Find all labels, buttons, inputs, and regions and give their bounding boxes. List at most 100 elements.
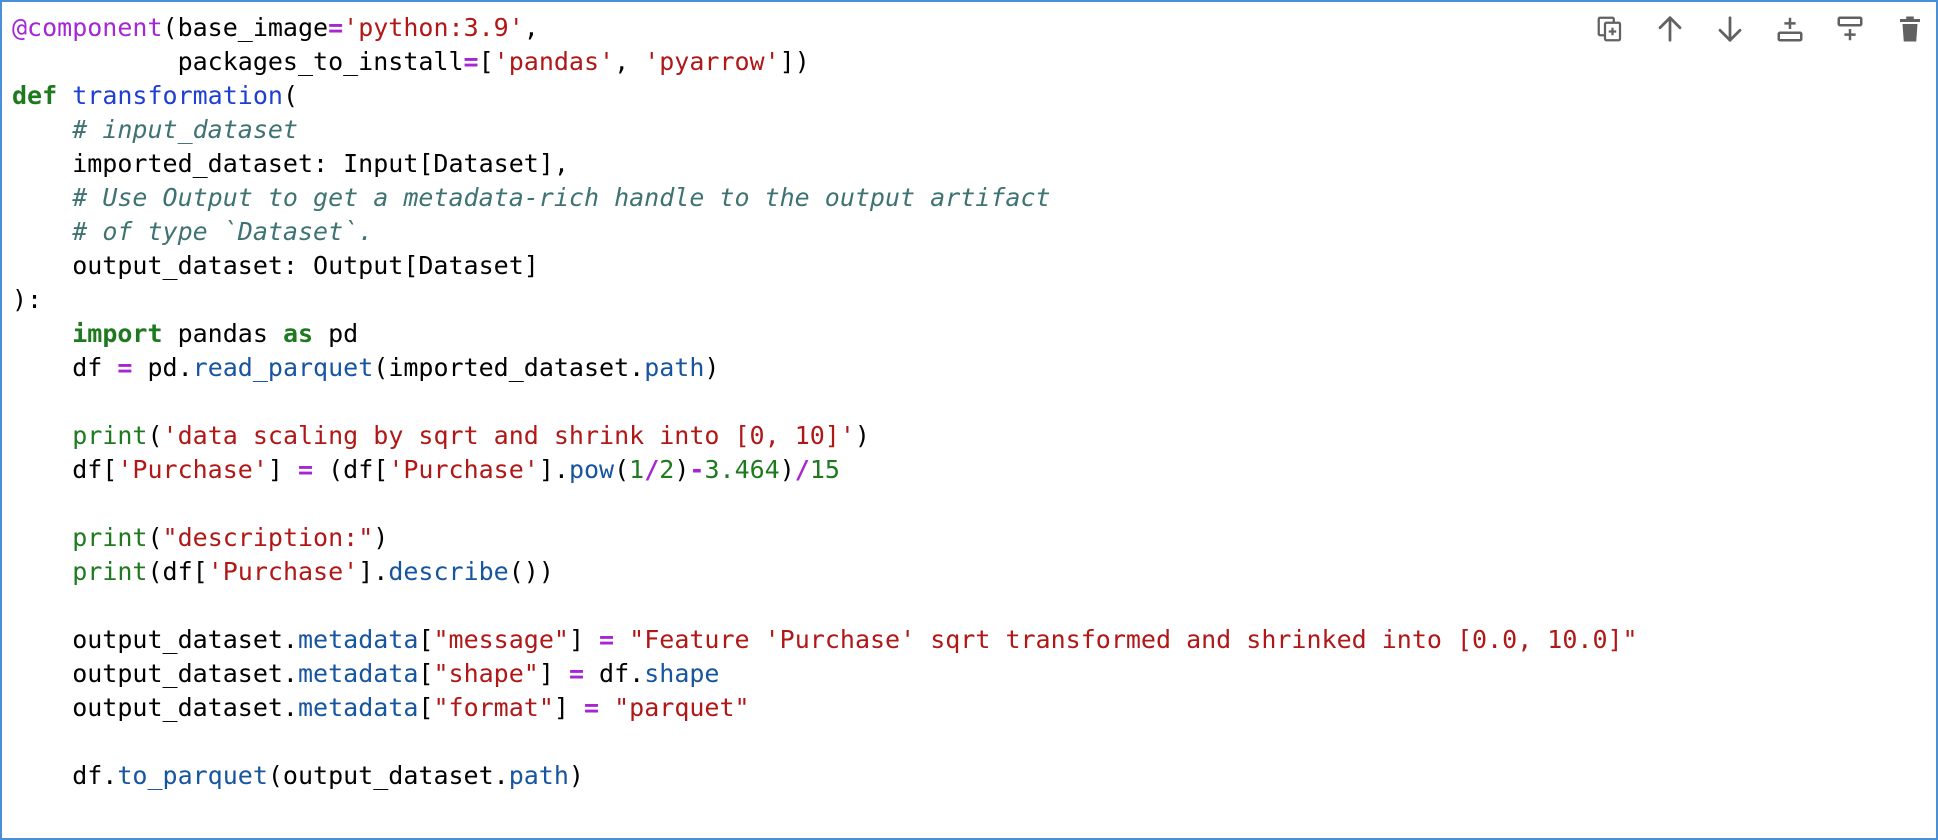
- code-line: print("description:"): [12, 521, 1638, 555]
- code-token-default: ]): [779, 47, 810, 76]
- code-token-number: 3.464: [704, 455, 780, 484]
- move-down-button[interactable]: [1712, 11, 1748, 47]
- code-token-default: pandas: [162, 319, 283, 348]
- code-token-string: "Feature 'Purchase' sqrt transformed and…: [629, 625, 1638, 654]
- code-token-string: "description:": [162, 523, 374, 552]
- code-line: ):: [12, 283, 1638, 317]
- code-token-attr: metadata: [297, 693, 419, 722]
- code-line: # input_dataset: [12, 113, 1638, 147]
- code-token-default: df.: [584, 659, 645, 688]
- code-token-default: imported_dataset: Input[Dataset],: [12, 149, 569, 178]
- code-token-number: 1: [629, 455, 645, 484]
- code-token-default: (: [614, 455, 630, 484]
- code-token-attr: pow: [568, 455, 615, 484]
- code-line: df = pd.read_parquet(imported_dataset.pa…: [12, 351, 1638, 385]
- code-token-decorator: @component: [12, 13, 163, 42]
- code-token-attr: read_parquet: [192, 353, 374, 382]
- code-token-default: df[: [12, 455, 118, 484]
- code-line: df.to_parquet(output_dataset.path): [12, 759, 1638, 793]
- code-token-default: output_dataset.: [12, 659, 298, 688]
- code-token-attr: metadata: [297, 659, 419, 688]
- code-token-default: [12, 421, 72, 450]
- code-token-builtin: print: [72, 523, 148, 552]
- insert-cell-above-button[interactable]: [1772, 11, 1808, 47]
- insert-cell-below-icon: [1837, 16, 1863, 41]
- code-token-default: [12, 183, 72, 212]
- code-line: def transformation(: [12, 79, 1638, 113]
- code-token-keyword: as: [282, 319, 314, 348]
- code-token-number: 15: [809, 455, 840, 484]
- code-token-operator: =: [584, 693, 600, 722]
- insert-cell-below-button[interactable]: [1832, 11, 1868, 47]
- code-token-default: ,: [523, 13, 539, 42]
- code-editor[interactable]: @component(base_image='python:3.9', pack…: [12, 11, 1638, 793]
- code-token-default: packages_to_install: [12, 47, 464, 76]
- code-token-builtin: print: [72, 421, 148, 450]
- code-token-default: ]: [553, 693, 584, 722]
- code-token-default: ].: [538, 455, 569, 484]
- code-token-default: [12, 557, 72, 586]
- code-token-default: (output_dataset.: [267, 761, 509, 790]
- code-token-operator: =: [463, 47, 479, 76]
- code-line: output_dataset.metadata["shape"] = df.sh…: [12, 657, 1638, 691]
- code-token-default: ]: [538, 659, 569, 688]
- code-token-string: "shape": [433, 659, 539, 688]
- code-token-default: output_dataset.: [12, 693, 298, 722]
- code-token-comment: # Use Output to get a metadata-rich hand…: [72, 183, 1051, 212]
- code-token-default: [599, 693, 614, 722]
- code-line: output_dataset.metadata["message"] = "Fe…: [12, 623, 1638, 657]
- code-token-default: ):: [12, 285, 43, 314]
- code-token-default: (: [282, 81, 298, 110]
- code-token-default: pd.: [132, 353, 193, 382]
- code-token-operator: /: [794, 455, 810, 484]
- code-line: print('data scaling by sqrt and shrink i…: [12, 419, 1638, 453]
- code-token-attr: path: [508, 761, 569, 790]
- move-up-arrow-icon: [1658, 16, 1682, 42]
- code-token-default: output_dataset: Output[Dataset]: [12, 251, 539, 280]
- move-up-button[interactable]: [1652, 11, 1688, 47]
- code-token-default: ): [674, 455, 690, 484]
- code-token-attr: to_parquet: [117, 761, 268, 790]
- code-token-default: ): [854, 421, 870, 450]
- code-token-string: 'Purchase': [388, 455, 539, 484]
- code-line: df['Purchase'] = (df['Purchase'].pow(1/2…: [12, 453, 1638, 487]
- code-token-string: 'pyarrow': [644, 47, 780, 76]
- code-token-default: df: [12, 353, 118, 382]
- code-token-default: ): [568, 761, 584, 790]
- code-token-default: ): [779, 455, 795, 484]
- code-token-default: (df[: [313, 455, 389, 484]
- code-token-attr: metadata: [297, 625, 419, 654]
- code-token-operator: =: [568, 659, 584, 688]
- code-token-default: (: [147, 523, 163, 552]
- code-line: imported_dataset: Input[Dataset],: [12, 147, 1638, 181]
- code-token-keyword: def: [12, 81, 58, 110]
- code-token-operator: /: [644, 455, 660, 484]
- code-token-attr: shape: [644, 659, 720, 688]
- code-cell[interactable]: @component(base_image='python:3.9', pack…: [0, 0, 1938, 840]
- code-token-string: 'Purchase': [207, 557, 359, 586]
- code-token-operator: -: [689, 455, 705, 484]
- code-token-default: ].: [358, 557, 389, 586]
- code-token-operator: =: [328, 13, 344, 42]
- code-token-keyword: import: [72, 319, 163, 348]
- code-token-attr: path: [644, 353, 705, 382]
- code-token-string: "message": [433, 625, 569, 654]
- code-token-string: "format": [433, 693, 554, 722]
- code-token-default: [12, 523, 72, 552]
- code-token-default: (base_image: [162, 13, 329, 42]
- code-token-default: [12, 115, 72, 144]
- code-token-comment: # input_dataset: [72, 115, 298, 144]
- code-token-default: [614, 625, 629, 654]
- delete-cell-button[interactable]: [1892, 11, 1928, 47]
- code-token-def: transformation: [72, 81, 283, 110]
- code-token-attr: describe: [388, 557, 509, 586]
- code-token-default: [: [418, 625, 434, 654]
- code-line: packages_to_install=['pandas', 'pyarrow'…: [12, 45, 1638, 79]
- code-token-string: 'Purchase': [117, 455, 268, 484]
- code-token-default: [: [418, 659, 434, 688]
- code-line: # of type `Dataset`.: [12, 215, 1638, 249]
- code-line: import pandas as pd: [12, 317, 1638, 351]
